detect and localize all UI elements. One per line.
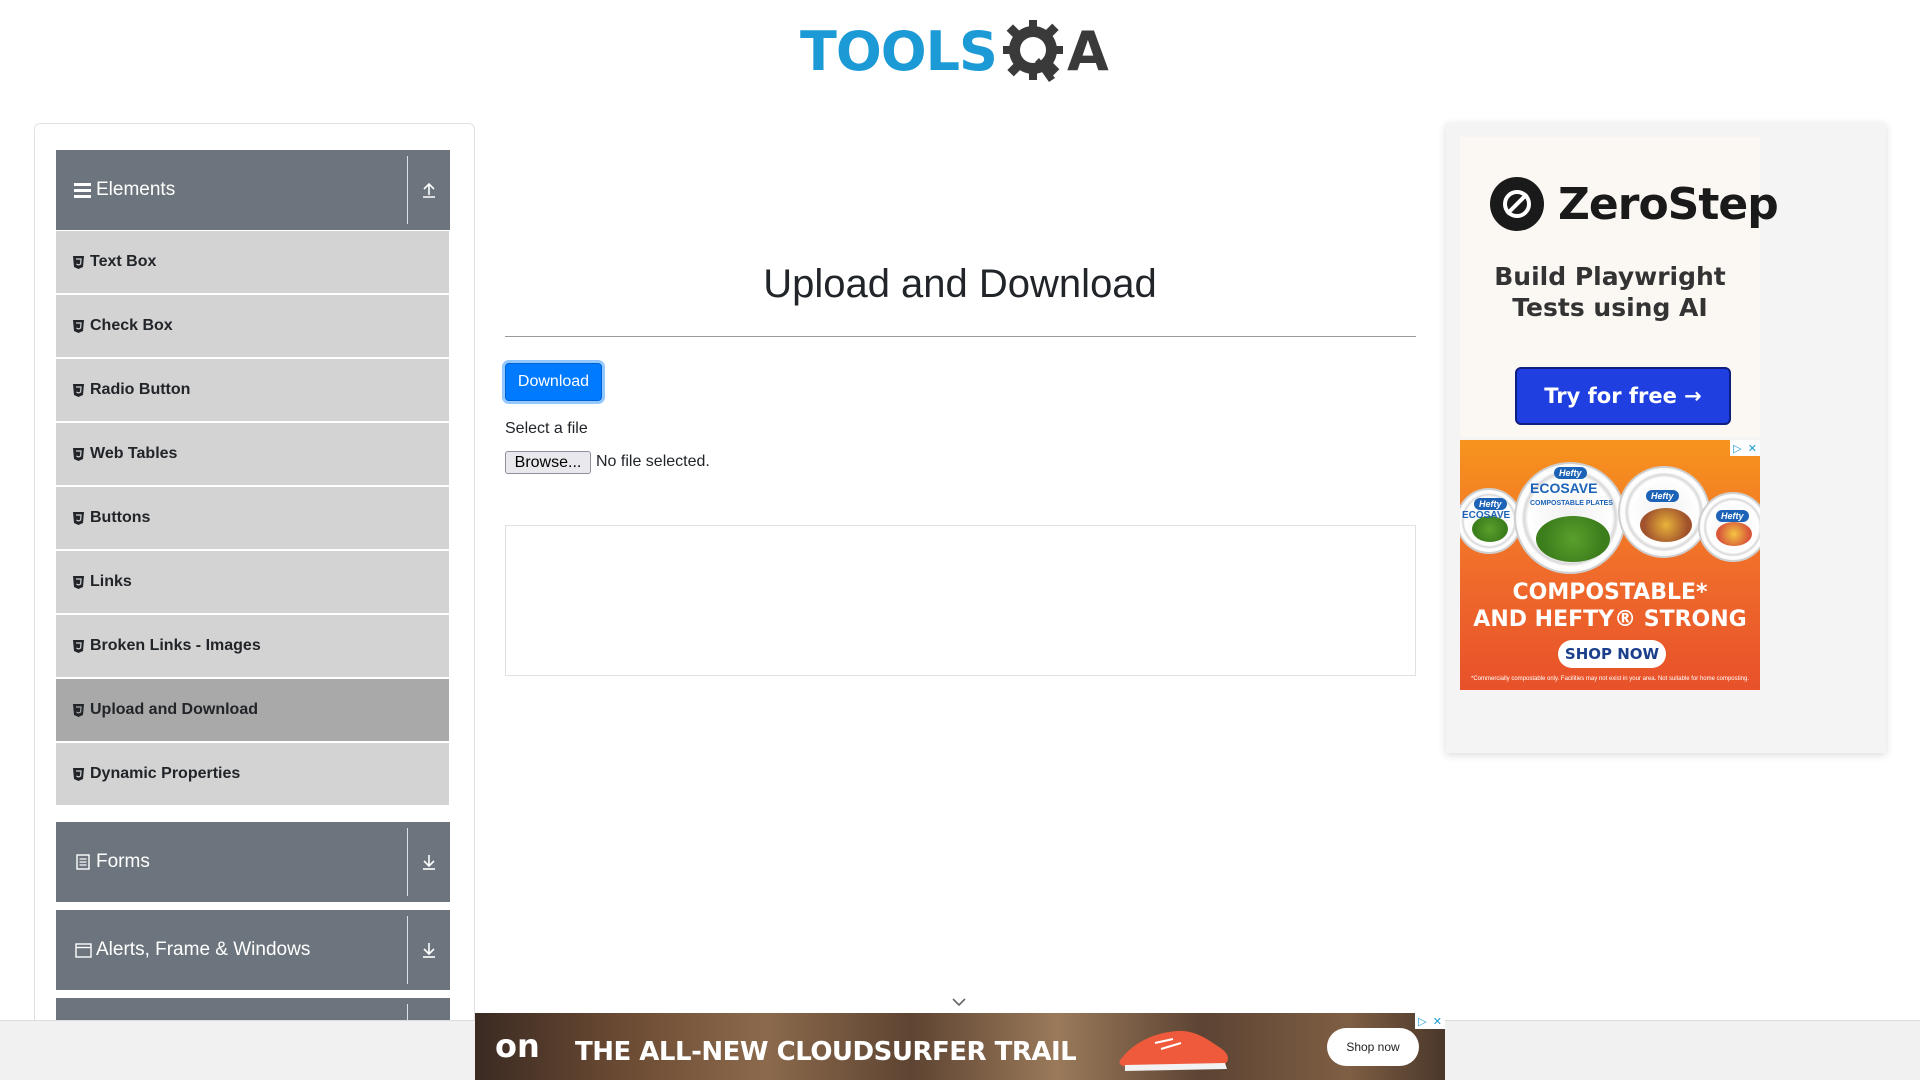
download-button[interactable]: Download (505, 363, 602, 401)
header: TOOLS A (0, 0, 1920, 110)
zerostep-logo: ZeroStep (1490, 177, 1779, 231)
hefty-fine-print: *Commercially compostable only. Faciliti… (1470, 676, 1749, 682)
hefty-badge: Hefty (1716, 510, 1749, 522)
expand-toggle[interactable] (407, 828, 450, 896)
close-icon[interactable]: ✕ (1433, 1015, 1442, 1028)
chevron-down-icon[interactable] (950, 995, 968, 1009)
adchoices-icon[interactable]: ▷ (1733, 442, 1741, 455)
hefty-headline-2: AND HEFTY® STRONG (1473, 607, 1747, 632)
sidebar-item-check-box[interactable]: Check Box (56, 295, 449, 357)
hefty-ad[interactable]: ▷ ✕ Hefty Hefty ECOSAVE ECOSAVE Hefty He… (1460, 440, 1760, 690)
toolsqa-logo[interactable]: TOOLS A (800, 14, 1126, 90)
on-brand-logo: on (495, 1027, 540, 1065)
group-title-alerts: Alerts, Frame & Windows (96, 939, 311, 960)
adchoices-icon[interactable]: ▷ (1418, 1015, 1426, 1028)
logo-a-text: A (1066, 20, 1109, 83)
hefty-ecosave: ECOSAVE (1530, 480, 1598, 496)
sidebar-item-buttons[interactable]: Buttons (56, 487, 449, 549)
logo-qa: A (999, 16, 1109, 88)
window-icon (74, 941, 92, 959)
group-header-elements[interactable]: Elements (56, 150, 450, 230)
group-header-forms[interactable]: Forms (56, 822, 450, 902)
shop-now-button[interactable]: SHOP NOW (1558, 640, 1666, 668)
arrow-up-icon (423, 182, 435, 198)
title-divider (505, 336, 1416, 337)
sidebar-item-label: Web Tables (90, 445, 178, 462)
tagline-line-2: Tests using AI (1512, 293, 1708, 322)
shop-now-button[interactable]: Shop now (1327, 1028, 1419, 1066)
document-icon (74, 853, 92, 871)
item-icon (72, 639, 84, 653)
sidebar: Elements Text Box Check Box Radio Button… (34, 123, 475, 1080)
plate-image (1698, 492, 1760, 562)
zerostep-logo-icon (1490, 177, 1544, 231)
page-title: Upload and Download (763, 262, 1157, 306)
bottom-ad-headline: THE ALL-NEW CLOUDSURFER TRAIL (575, 1037, 1077, 1067)
group-title-forms: Forms (96, 851, 150, 872)
sidebar-item-label: Broken Links - Images (90, 637, 261, 654)
arrow-down-icon (423, 855, 435, 870)
logo-tools-text: TOOLS (800, 20, 998, 83)
hefty-plate-label: COMPOSTABLE PLATES (1530, 500, 1613, 507)
group-title-elements: Elements (96, 179, 176, 200)
try-for-free-button[interactable]: Try for free → (1515, 367, 1731, 425)
item-icon (72, 319, 84, 333)
item-icon (72, 575, 84, 589)
item-icon (72, 767, 84, 781)
sidebar-item-label: Text Box (90, 253, 157, 270)
arrow-down-icon (423, 943, 435, 958)
tagline-line-1: Build Playwright (1494, 262, 1726, 291)
hefty-badge: Hefty (1474, 498, 1507, 510)
ad-choices[interactable]: ▷ ✕ (1415, 1013, 1445, 1029)
sidebar-item-upload-and-download[interactable]: Upload and Download (56, 679, 449, 741)
hefty-badge: Hefty (1554, 467, 1587, 479)
item-icon (72, 511, 84, 525)
zerostep-tagline: Build Playwright Tests using AI (1460, 261, 1760, 323)
browse-button[interactable]: Browse... (505, 451, 591, 474)
shoe-image (1119, 1030, 1228, 1071)
sidebar-item-radio-button[interactable]: Radio Button (56, 359, 449, 421)
sidebar-item-label: Links (90, 573, 132, 590)
plate-image (1618, 466, 1710, 558)
item-icon (72, 447, 84, 461)
sidebar-item-label: Check Box (90, 317, 173, 334)
collapse-toggle[interactable] (407, 156, 450, 224)
gear-q-icon (1002, 20, 1063, 82)
right-advertisement: ZeroStep Build Playwright Tests using AI… (1446, 123, 1886, 753)
zerostep-ad[interactable]: ZeroStep Build Playwright Tests using AI… (1460, 137, 1779, 437)
sidebar-item-label: Upload and Download (90, 701, 258, 718)
select-file-label: Select a file (505, 420, 588, 437)
hamburger-icon (74, 181, 92, 199)
sidebar-item-label: Dynamic Properties (90, 765, 241, 782)
bottom-advertisement[interactable]: on THE ALL-NEW CLOUDSURFER TRAIL Shop no… (475, 1013, 1445, 1080)
sidebar-item-text-box[interactable]: Text Box (56, 231, 449, 293)
expand-toggle[interactable] (407, 916, 450, 984)
hefty-headline-1: COMPOSTABLE* (1512, 580, 1708, 605)
no-file-text: No file selected. (596, 453, 710, 470)
item-icon (72, 383, 84, 397)
hefty-ecosave: ECOSAVE (1462, 510, 1511, 521)
ad-choices[interactable]: ▷ ✕ (1730, 440, 1760, 456)
close-icon[interactable]: ✕ (1748, 442, 1757, 455)
sidebar-item-dynamic-properties[interactable]: Dynamic Properties (56, 743, 449, 805)
sidebar-item-links[interactable]: Links (56, 551, 449, 613)
sidebar-item-broken-links[interactable]: Broken Links - Images (56, 615, 449, 677)
sidebar-item-web-tables[interactable]: Web Tables (56, 423, 449, 485)
sidebar-item-label: Buttons (90, 509, 151, 526)
item-icon (72, 255, 84, 269)
hefty-badge: Hefty (1646, 490, 1679, 502)
upload-result-panel (505, 525, 1416, 676)
sidebar-item-label: Radio Button (90, 381, 191, 398)
item-icon (72, 703, 84, 717)
group-header-alerts[interactable]: Alerts, Frame & Windows (56, 910, 450, 990)
zerostep-brand: ZeroStep (1558, 178, 1779, 230)
